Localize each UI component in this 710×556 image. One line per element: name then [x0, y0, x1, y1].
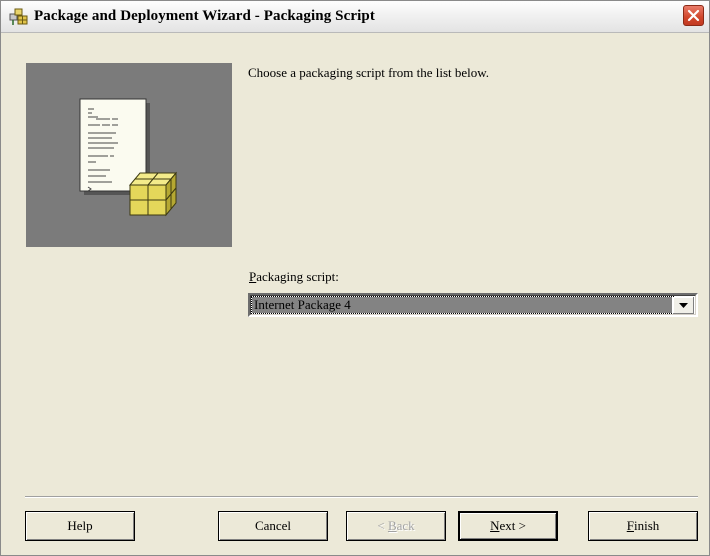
back-button[interactable]: < Back	[346, 511, 446, 541]
selected-script-value[interactable]: Internet Package 4	[251, 296, 674, 314]
select-frame: Internet Package 4	[250, 295, 696, 315]
script-document-package-icon	[79, 98, 178, 217]
dropdown-button[interactable]	[672, 297, 694, 314]
back-button-rest: ack	[396, 518, 415, 533]
back-button-accelerator: B	[387, 518, 397, 533]
next-button[interactable]: Next >	[458, 511, 558, 541]
close-icon	[687, 9, 700, 22]
button-separator	[25, 496, 698, 498]
window-title: Package and Deployment Wizard - Packagin…	[34, 8, 375, 24]
wizard-illustration	[26, 63, 232, 247]
title-bar[interactable]: Package and Deployment Wizard - Packagin…	[1, 1, 709, 33]
close-button[interactable]	[683, 5, 704, 26]
packaging-script-label: Packaging script:	[249, 269, 339, 285]
chevron-down-icon	[679, 303, 688, 308]
cancel-button[interactable]: Cancel	[218, 511, 328, 541]
wizard-window: Package and Deployment Wizard - Packagin…	[0, 0, 710, 556]
instruction-text: Choose a packaging script from the list …	[248, 65, 490, 80]
packaging-script-select[interactable]: Internet Package 4	[248, 293, 698, 317]
finish-button-rest: inish	[633, 518, 660, 533]
back-button-prefix: <	[377, 518, 388, 533]
finish-button-accelerator: F	[626, 518, 634, 533]
package-wizard-icon	[9, 8, 29, 26]
label-rest: ackaging script:	[256, 269, 339, 284]
finish-button[interactable]: Finish	[588, 511, 698, 541]
next-button-rest: ext >	[499, 518, 526, 533]
help-button[interactable]: Help	[25, 511, 135, 541]
